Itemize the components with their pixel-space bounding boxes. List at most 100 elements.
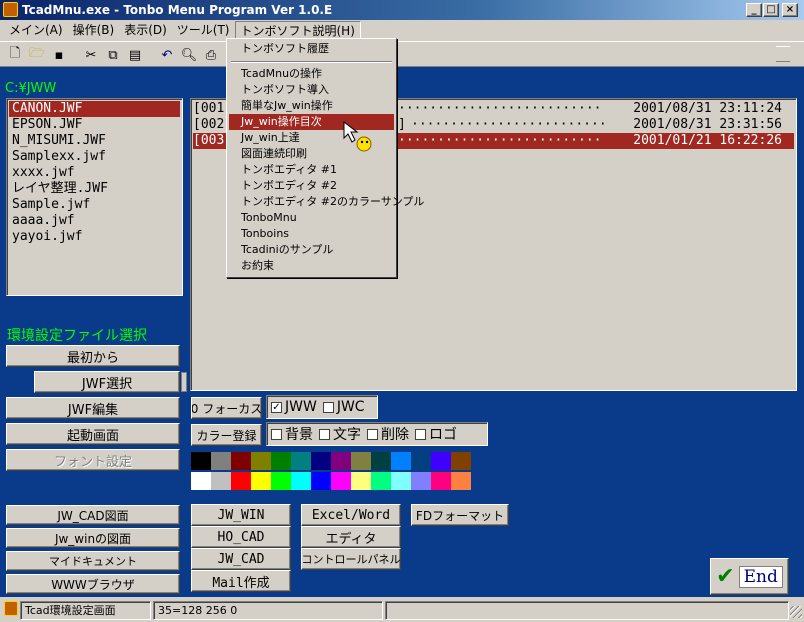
- jwwin-drawings-button[interactable]: Jw_winの図面: [6, 528, 180, 548]
- close-button[interactable]: ×: [782, 3, 798, 17]
- color-swatch[interactable]: [431, 452, 451, 470]
- color-swatch[interactable]: [391, 472, 411, 490]
- color-swatch[interactable]: [311, 452, 331, 470]
- color-swatch[interactable]: [291, 472, 311, 490]
- control-panel-button[interactable]: コントロールパネル: [301, 548, 401, 570]
- menu-view[interactable]: 表示(D): [119, 21, 172, 39]
- dd-item[interactable]: 簡単なJw_win操作: [229, 98, 394, 114]
- cad-type-group: ✓ JWW JWC: [266, 395, 378, 419]
- dd-item[interactable]: お約束: [229, 258, 394, 274]
- color-swatch[interactable]: [371, 452, 391, 470]
- logo-checkbox[interactable]: [415, 428, 426, 440]
- dd-item[interactable]: TonboMnu: [229, 210, 394, 226]
- font-settings-button[interactable]: フォント設定: [6, 449, 180, 471]
- editor-button[interactable]: エディタ: [301, 526, 401, 548]
- dd-item[interactable]: トンボエディタ #2: [229, 178, 394, 194]
- jwwin-launch-button[interactable]: JW_WIN: [191, 504, 291, 526]
- color-swatch[interactable]: [231, 472, 251, 490]
- file-item[interactable]: Samplexx.jwf: [9, 149, 180, 165]
- end-button[interactable]: ✔ End: [710, 558, 789, 595]
- color-swatch[interactable]: [211, 452, 231, 470]
- hocad-launch-button[interactable]: HO_CAD: [191, 526, 291, 548]
- dd-item[interactable]: Tcadiniのサンプル: [229, 242, 394, 258]
- file-item[interactable]: aaaa.jwf: [9, 213, 180, 229]
- jwf-edit-button[interactable]: JWF編集: [6, 397, 180, 419]
- jwcad-drawings-button[interactable]: JW_CAD図面: [6, 505, 180, 525]
- dd-item[interactable]: TcadMnuの操作: [229, 66, 394, 82]
- file-item[interactable]: N_MISUMI.JWF: [9, 133, 180, 149]
- mail-compose-button[interactable]: Mail作成: [191, 570, 291, 592]
- color-swatch[interactable]: [411, 452, 431, 470]
- save-icon[interactable]: ▪: [50, 46, 68, 64]
- text-checkbox[interactable]: [319, 428, 330, 440]
- color-swatch[interactable]: [351, 452, 371, 470]
- file-item[interactable]: EPSON.JWF: [9, 117, 180, 133]
- color-swatch[interactable]: [411, 472, 431, 490]
- from-start-button[interactable]: 最初から: [6, 345, 180, 367]
- end-label: End: [738, 565, 783, 588]
- jwc-checkbox[interactable]: [322, 401, 334, 413]
- undo-icon[interactable]: ↶: [158, 46, 176, 64]
- color-swatch[interactable]: [191, 452, 211, 470]
- menu-operation[interactable]: 操作(B): [68, 21, 120, 39]
- cut-icon[interactable]: ✂: [82, 46, 100, 64]
- color-swatch[interactable]: [251, 452, 271, 470]
- file-list[interactable]: CANON.JWF EPSON.JWF N_MISUMI.JWF Samplex…: [6, 98, 183, 296]
- record-id: [001: [193, 101, 225, 116]
- dd-item[interactable]: Tonboins: [229, 226, 394, 242]
- color-swatch[interactable]: [451, 472, 471, 490]
- dd-item[interactable]: トンボソフト導入: [229, 82, 394, 98]
- file-item[interactable]: レイヤ整理.JWF: [9, 181, 180, 197]
- color-swatch[interactable]: [391, 452, 411, 470]
- copy-icon[interactable]: ⧉: [104, 46, 122, 64]
- color-register-button[interactable]: カラー登録: [191, 424, 262, 446]
- color-swatch[interactable]: [251, 472, 271, 490]
- focus-button[interactable]: 0 フォーカス: [191, 397, 262, 419]
- minimize-button[interactable]: _: [746, 3, 762, 17]
- color-swatch[interactable]: [271, 452, 291, 470]
- open-folder-icon[interactable]: 🗁: [28, 46, 46, 64]
- delete-checkbox[interactable]: [367, 428, 378, 440]
- resize-grip-icon[interactable]: [790, 606, 802, 618]
- www-browser-button[interactable]: WWWブラウザ: [6, 574, 180, 594]
- color-swatch[interactable]: [271, 472, 291, 490]
- color-swatch[interactable]: [371, 472, 391, 490]
- startup-screen-button[interactable]: 起動画面: [6, 423, 180, 445]
- paste-icon[interactable]: ▤: [126, 46, 144, 64]
- color-swatch[interactable]: [331, 452, 351, 470]
- jwcad-launch-button[interactable]: JW_CAD: [191, 548, 291, 570]
- color-swatch[interactable]: [291, 452, 311, 470]
- file-item[interactable]: CANON.JWF: [9, 101, 180, 117]
- file-item[interactable]: yayoi.jwf: [9, 229, 180, 245]
- new-file-icon[interactable]: 🗋: [6, 46, 24, 64]
- record-leader: ··························: [398, 101, 602, 116]
- dd-item[interactable]: トンボエディタ #1: [229, 162, 394, 178]
- color-swatch[interactable]: [431, 472, 451, 490]
- jww-checkbox[interactable]: ✓: [271, 401, 282, 413]
- splitter-handle[interactable]: [181, 372, 187, 392]
- color-swatch[interactable]: [211, 472, 231, 490]
- color-swatch[interactable]: [351, 472, 371, 490]
- fd-format-button[interactable]: FDフォーマット: [411, 504, 509, 526]
- file-item[interactable]: xxxx.jwf: [9, 165, 180, 181]
- color-swatch[interactable]: [451, 452, 471, 470]
- toolbar: 🗋 🗁 ▪ ✂ ⧉ ▤ ↶ 🔍︎ ⎙: [0, 41, 804, 67]
- jwf-select-button[interactable]: JWF選択: [34, 371, 180, 393]
- search-icon[interactable]: 🔍︎: [180, 46, 198, 64]
- print-icon[interactable]: ⎙: [202, 46, 220, 64]
- record-leader: ·························: [411, 117, 607, 132]
- excel-word-button[interactable]: Excel/Word: [301, 504, 401, 526]
- dd-history[interactable]: トンボソフト履歴: [229, 41, 394, 57]
- color-swatch[interactable]: [311, 472, 331, 490]
- background-checkbox[interactable]: [271, 428, 282, 440]
- menu-tools[interactable]: ツール(T): [172, 21, 235, 39]
- my-documents-button[interactable]: マイドキュメント: [6, 551, 180, 571]
- file-item[interactable]: Sample.jwf: [9, 197, 180, 213]
- dd-item[interactable]: トンボエディタ #2のカラーサンプル: [229, 194, 424, 210]
- menu-tonbo-help[interactable]: トンボソフト説明(H): [234, 21, 361, 39]
- color-swatch[interactable]: [231, 452, 251, 470]
- color-swatch[interactable]: [191, 472, 211, 490]
- maximize-button[interactable]: □: [763, 3, 779, 17]
- menu-main[interactable]: メイン(A): [4, 21, 68, 39]
- color-swatch[interactable]: [331, 472, 351, 490]
